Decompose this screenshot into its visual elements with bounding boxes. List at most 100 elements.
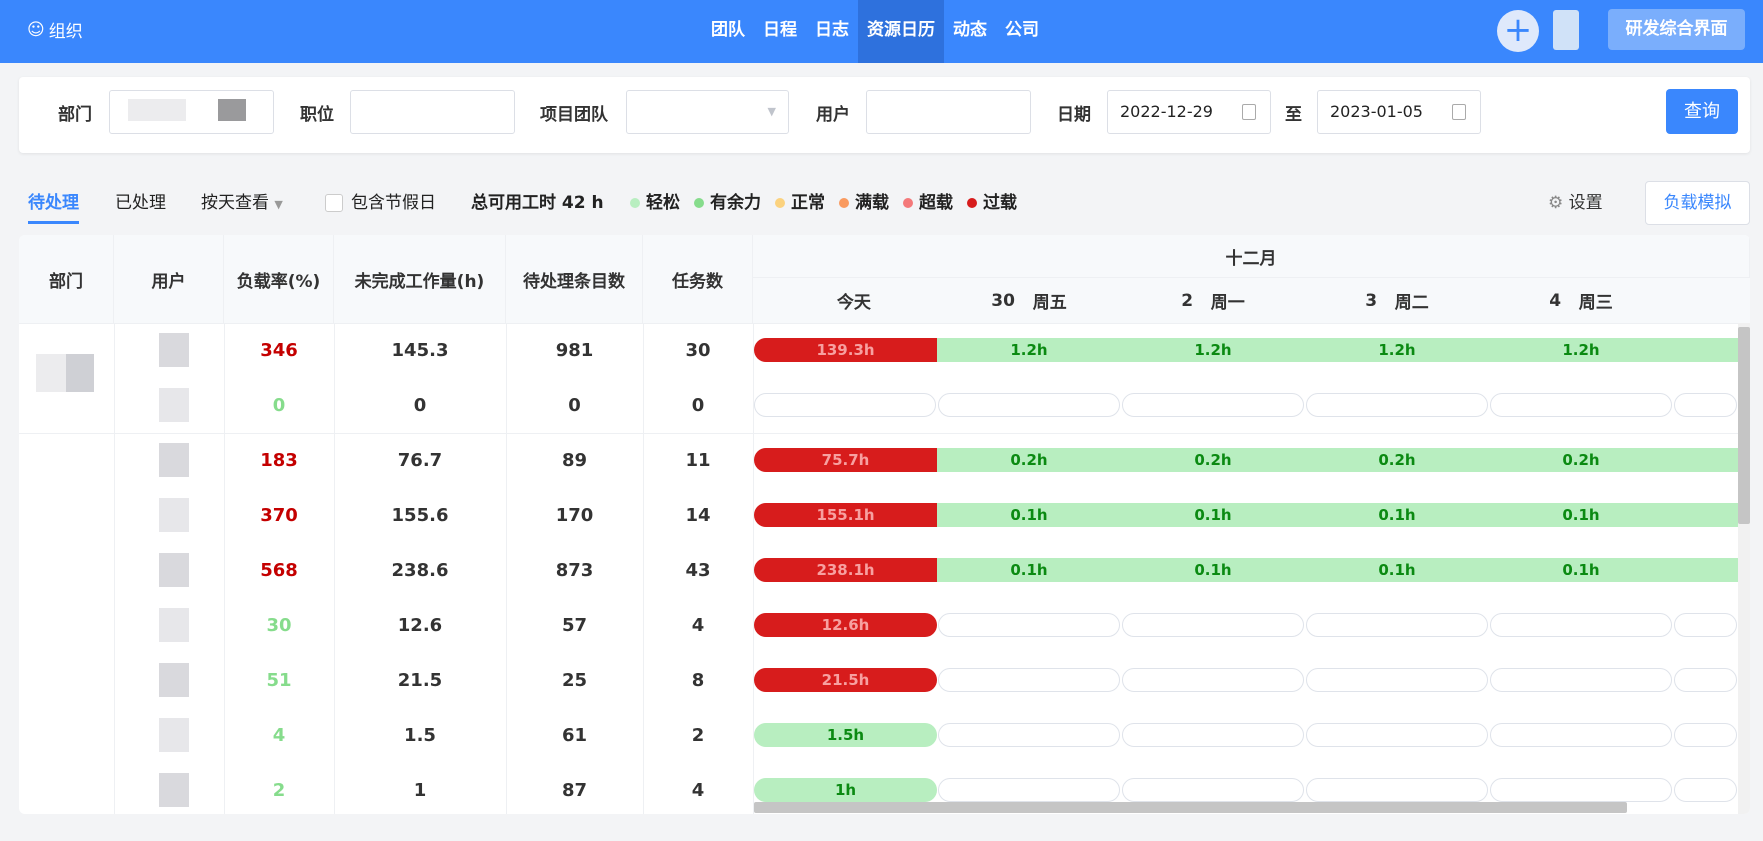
day-load-bar[interactable] xyxy=(1490,778,1672,802)
day-load-bar[interactable]: 1.2h xyxy=(1489,338,1673,362)
day-load-bar[interactable] xyxy=(1122,393,1304,417)
nav-item[interactable]: 动态 xyxy=(944,0,996,63)
cell-tasks: 2 xyxy=(691,725,705,746)
dept-label: 部门 xyxy=(58,105,92,125)
user-avatar-blurred xyxy=(159,773,189,807)
day-load-bar[interactable] xyxy=(1122,668,1304,692)
day-load-bar[interactable]: 0.1h xyxy=(1305,503,1489,527)
load-simulation-button[interactable]: 负载模拟 xyxy=(1645,181,1750,225)
today-load-bar[interactable] xyxy=(754,393,936,417)
day-load-bar[interactable] xyxy=(1490,393,1672,417)
cell-tasks: 14 xyxy=(685,505,711,526)
day-load-bar[interactable]: 0.2h xyxy=(1121,448,1305,472)
cell-pending: 873 xyxy=(555,560,594,581)
day-load-bar[interactable]: 0.1h xyxy=(1489,503,1673,527)
tab-pending[interactable]: 待处理 xyxy=(28,185,79,224)
day-load-bar[interactable] xyxy=(1674,613,1737,637)
day-load-bar[interactable] xyxy=(938,393,1120,417)
view-by-dropdown[interactable]: 按天查看 ▼ xyxy=(201,185,283,223)
legend-item: 有余力 xyxy=(694,185,761,221)
team-label: 项目团队 xyxy=(540,105,608,125)
today-load-bar[interactable]: 155.1h xyxy=(754,503,937,527)
tab-done[interactable]: 已处理 xyxy=(115,185,166,221)
day-load-bar[interactable]: 0.1h xyxy=(1305,558,1489,582)
cell-tasks: 8 xyxy=(691,670,705,691)
user-field[interactable] xyxy=(866,90,1031,134)
day-load-bar[interactable] xyxy=(1122,723,1304,747)
include-holidays-checkbox[interactable]: 包含节假日 xyxy=(325,185,436,221)
add-button[interactable]: + xyxy=(1497,10,1539,52)
day-header: 2 周一 xyxy=(1121,278,1305,323)
day-load-bar[interactable] xyxy=(1673,448,1738,472)
col-header-user: 用户 xyxy=(114,235,224,323)
day-load-bar[interactable] xyxy=(1306,723,1488,747)
query-button[interactable]: 查询 xyxy=(1666,89,1738,134)
today-load-bar[interactable]: 75.7h xyxy=(754,448,937,472)
date-to-field[interactable]: 2023-01-05 xyxy=(1317,90,1481,134)
nav-item[interactable]: 日程 xyxy=(754,0,806,63)
day-load-bar[interactable] xyxy=(938,723,1120,747)
day-load-bar[interactable] xyxy=(1673,503,1738,527)
day-load-bar[interactable]: 0.2h xyxy=(1489,448,1673,472)
legend-item: 超载 xyxy=(903,185,953,221)
day-load-bar[interactable] xyxy=(1306,668,1488,692)
legend-item: 正常 xyxy=(775,185,825,221)
day-load-bar[interactable] xyxy=(1122,778,1304,802)
day-load-bar[interactable] xyxy=(1306,613,1488,637)
nav-item[interactable]: 资源日历 xyxy=(858,0,944,63)
avatar[interactable] xyxy=(1553,10,1579,50)
day-load-bar[interactable] xyxy=(1673,558,1738,582)
day-load-bar[interactable]: 1.2h xyxy=(1305,338,1489,362)
day-load-bar[interactable]: 1.2h xyxy=(1121,338,1305,362)
day-load-bar[interactable] xyxy=(1490,613,1672,637)
day-load-bar[interactable] xyxy=(1674,723,1737,747)
col-header-remaining: 未完成工作量(h) xyxy=(334,235,506,323)
today-load-bar[interactable]: 21.5h xyxy=(754,668,937,692)
day-load-bar[interactable]: 0.1h xyxy=(1121,503,1305,527)
horizontal-scrollbar[interactable] xyxy=(754,802,1627,813)
day-load-bar[interactable] xyxy=(1674,393,1737,417)
day-load-bar[interactable]: 0.2h xyxy=(1305,448,1489,472)
day-load-bar[interactable]: 0.1h xyxy=(1121,558,1305,582)
today-load-bar[interactable]: 12.6h xyxy=(754,613,937,637)
day-load-bar[interactable]: 0.1h xyxy=(937,503,1121,527)
user-avatar-blurred xyxy=(159,333,189,367)
day-load-bar[interactable] xyxy=(938,668,1120,692)
day-load-bar[interactable]: 0.1h xyxy=(937,558,1121,582)
day-load-bar[interactable] xyxy=(1490,668,1672,692)
settings-button[interactable]: ⚙ 设置 xyxy=(1548,185,1603,221)
today-load-bar[interactable]: 139.3h xyxy=(754,338,937,362)
user-avatar-blurred xyxy=(159,663,189,697)
today-load-bar[interactable]: 238.1h xyxy=(754,558,937,582)
date-from-field[interactable]: 2022-12-29 xyxy=(1107,90,1271,134)
cell-load: 51 xyxy=(266,670,292,691)
today-load-bar[interactable]: 1h xyxy=(754,778,937,802)
cell-pending: 981 xyxy=(555,340,594,361)
day-load-bar[interactable] xyxy=(1674,778,1737,802)
workspace-switch-button[interactable]: 研发综合界面 xyxy=(1608,9,1745,50)
nav-item[interactable]: 团队 xyxy=(702,0,754,63)
team-select[interactable]: ▼ xyxy=(626,90,789,134)
day-header: 4 周三 xyxy=(1489,278,1673,323)
nav-item[interactable]: 公司 xyxy=(996,0,1048,63)
dept-field[interactable] xyxy=(109,90,274,134)
legend-dot xyxy=(839,198,849,208)
caret-down-icon: ▼ xyxy=(767,105,776,118)
day-load-bar[interactable] xyxy=(938,613,1120,637)
org-link[interactable]: ☺ 组织 xyxy=(27,17,83,43)
today-load-bar[interactable]: 1.5h xyxy=(754,723,937,747)
day-load-bar[interactable]: 1.2h xyxy=(937,338,1121,362)
day-load-bar[interactable]: 0.2h xyxy=(937,448,1121,472)
day-load-bar[interactable] xyxy=(938,778,1120,802)
day-load-bar[interactable]: 0.1h xyxy=(1489,558,1673,582)
day-load-bar[interactable] xyxy=(1490,723,1672,747)
day-load-bar[interactable] xyxy=(1674,668,1737,692)
nav-item[interactable]: 日志 xyxy=(806,0,858,63)
position-field[interactable] xyxy=(350,90,515,134)
day-load-bar[interactable] xyxy=(1306,778,1488,802)
day-load-bar[interactable] xyxy=(1673,338,1738,362)
vertical-scrollbar[interactable] xyxy=(1738,323,1750,814)
to-label: 至 xyxy=(1285,105,1302,125)
day-load-bar[interactable] xyxy=(1122,613,1304,637)
day-load-bar[interactable] xyxy=(1306,393,1488,417)
